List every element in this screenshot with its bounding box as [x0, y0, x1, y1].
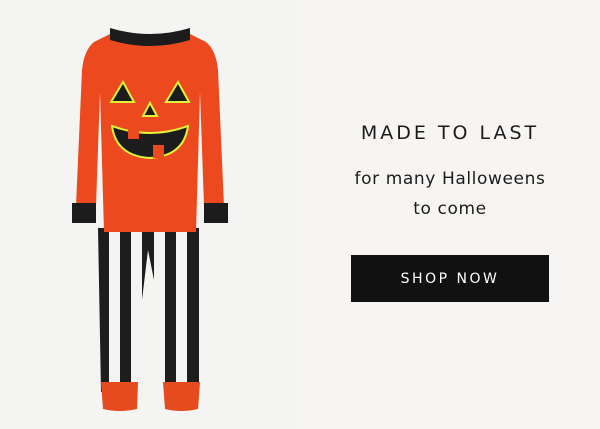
left-pant-cuff	[101, 382, 138, 411]
right-cuff	[204, 203, 228, 223]
subhead-line-2: to come	[413, 199, 487, 219]
subhead: for many Halloweens to come	[300, 164, 600, 224]
subhead-line-1: for many Halloweens	[354, 169, 546, 189]
pumpkin-shirt	[72, 28, 228, 232]
promo-copy: MADE TO LAST for many Halloweens to come…	[300, 0, 600, 429]
product-image[interactable]	[0, 0, 300, 429]
right-pant-cuff	[163, 382, 200, 411]
pajama-illustration	[72, 28, 228, 411]
left-cuff	[72, 203, 96, 223]
striped-pants	[98, 228, 202, 411]
shop-now-button[interactable]: SHOP NOW	[351, 255, 549, 302]
promo-banner: MADE TO LAST for many Halloweens to come…	[0, 0, 600, 429]
headline: MADE TO LAST	[360, 122, 540, 144]
